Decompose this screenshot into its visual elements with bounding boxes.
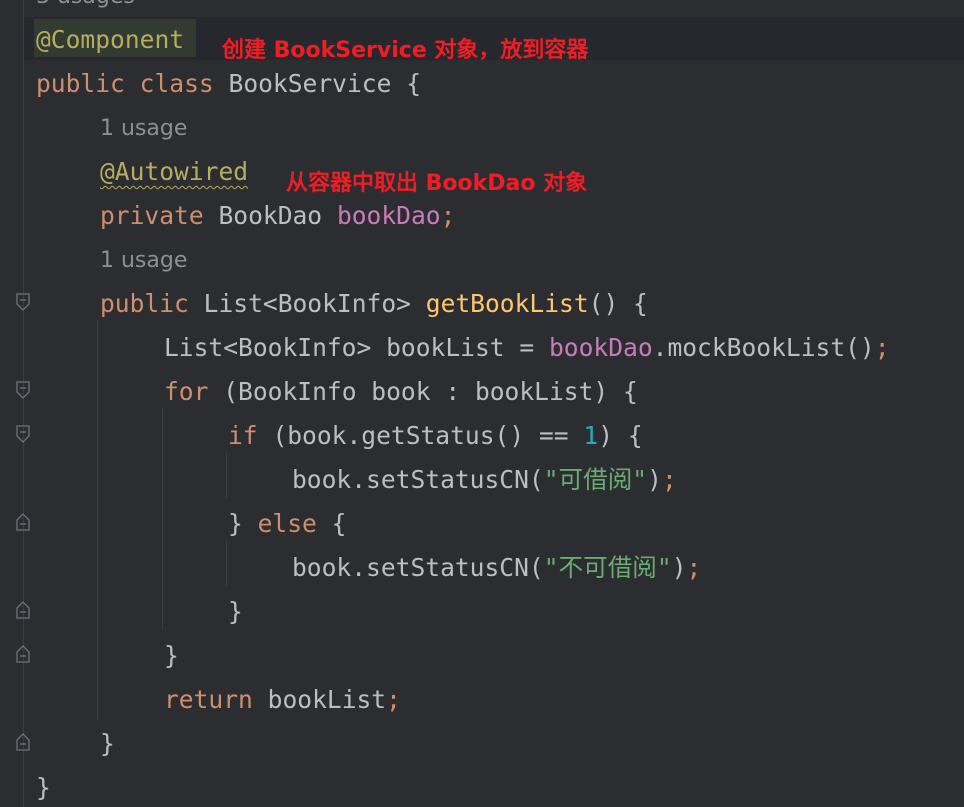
class-name: BookService {	[228, 69, 422, 98]
string-literal: "可借阅"	[543, 465, 648, 494]
semicolon: ;	[874, 333, 890, 362]
type-name: List<BookInfo>	[203, 289, 411, 318]
method-name: getBookList	[425, 289, 589, 318]
code-line[interactable]: @Autowired	[100, 157, 249, 186]
code-line[interactable]: book.setStatusCN("不可借阅");	[292, 553, 702, 582]
annotation-autowired: @Autowired	[100, 157, 249, 186]
code-line[interactable]: @Component	[36, 25, 185, 54]
variable-name: bookList	[267, 685, 387, 714]
fold-open-icon[interactable]	[16, 425, 30, 443]
keyword: return	[164, 685, 253, 714]
brace: }	[228, 509, 243, 538]
code-line[interactable]: public List<BookInfo> getBookList() {	[100, 289, 648, 318]
indent-guide	[162, 408, 163, 630]
field-name: bookDao	[548, 333, 653, 362]
method-call: book.setStatusCN(	[292, 465, 544, 494]
brace: }	[228, 597, 243, 626]
number-literal: 1	[583, 421, 599, 450]
code-text: (BookInfo book : bookList) {	[223, 377, 638, 406]
keyword: public	[36, 69, 125, 98]
keyword: class	[139, 69, 214, 98]
code-line[interactable]: }	[36, 773, 51, 802]
code-line[interactable]: book.setStatusCN("可借阅");	[292, 465, 677, 494]
code-line[interactable]: private BookDao bookDao;	[100, 201, 456, 230]
fold-open-icon[interactable]	[16, 293, 30, 311]
code-line[interactable]: }	[228, 597, 243, 626]
semicolon: ;	[386, 685, 401, 714]
method-call: .mockBookList()	[652, 333, 875, 362]
indent-guide	[226, 452, 227, 498]
method-call: book.setStatusCN(	[292, 553, 544, 582]
code-text: )	[647, 465, 662, 494]
code-line[interactable]: }	[164, 641, 179, 670]
semicolon: ;	[440, 201, 456, 230]
type-name: BookDao	[218, 201, 323, 230]
code-editor[interactable]: 3 usages @Component 创建 BookService 对象，放到…	[0, 0, 964, 807]
code-line[interactable]: }	[100, 729, 115, 758]
code-text: ) {	[598, 421, 643, 450]
brace: }	[100, 729, 115, 758]
fold-close-icon[interactable]	[16, 733, 30, 751]
field-name: bookDao	[336, 201, 441, 230]
indent-guide	[97, 320, 98, 720]
autowired-note: 从容器中取出 BookDao 对象	[286, 171, 588, 196]
usages-hint[interactable]: 3 usages	[36, 0, 135, 9]
gutter-divider	[23, 0, 24, 807]
annotation-component: @Component	[36, 25, 185, 54]
string-literal: "不可借阅"	[543, 553, 672, 582]
keyword: public	[100, 289, 189, 318]
keyword: else	[257, 509, 317, 538]
fold-close-icon[interactable]	[16, 645, 30, 663]
fold-close-icon[interactable]	[16, 513, 30, 531]
code-line[interactable]: for (BookInfo book : bookList) {	[164, 377, 638, 406]
usage-hint[interactable]: 1 usage	[100, 116, 187, 141]
brace: }	[36, 773, 51, 802]
code-line[interactable]: List<BookInfo> bookList = bookDao.mockBo…	[164, 333, 890, 362]
keyword: private	[100, 201, 204, 230]
fold-open-icon[interactable]	[16, 381, 30, 399]
code-text: (book.getStatus() ==	[272, 421, 569, 450]
code-text: )	[671, 553, 687, 582]
brace: {	[331, 509, 347, 538]
component-note: 创建 BookService 对象，放到容器	[222, 38, 589, 63]
code-line[interactable]: return bookList;	[164, 685, 401, 714]
usage-hint[interactable]: 1 usage	[100, 248, 187, 273]
fold-close-icon[interactable]	[16, 601, 30, 619]
keyword: if	[228, 421, 258, 450]
code-line[interactable]: if (book.getStatus() == 1) {	[228, 421, 643, 450]
brace: }	[164, 641, 179, 670]
code-text: () {	[588, 289, 648, 318]
semicolon: ;	[686, 553, 702, 582]
code-text: List<BookInfo> bookList =	[164, 333, 535, 362]
semicolon: ;	[661, 465, 677, 494]
indent-guide	[226, 540, 227, 586]
code-line[interactable]: } else {	[228, 509, 347, 538]
keyword: for	[164, 377, 209, 406]
code-line[interactable]: public class BookService {	[36, 69, 422, 98]
